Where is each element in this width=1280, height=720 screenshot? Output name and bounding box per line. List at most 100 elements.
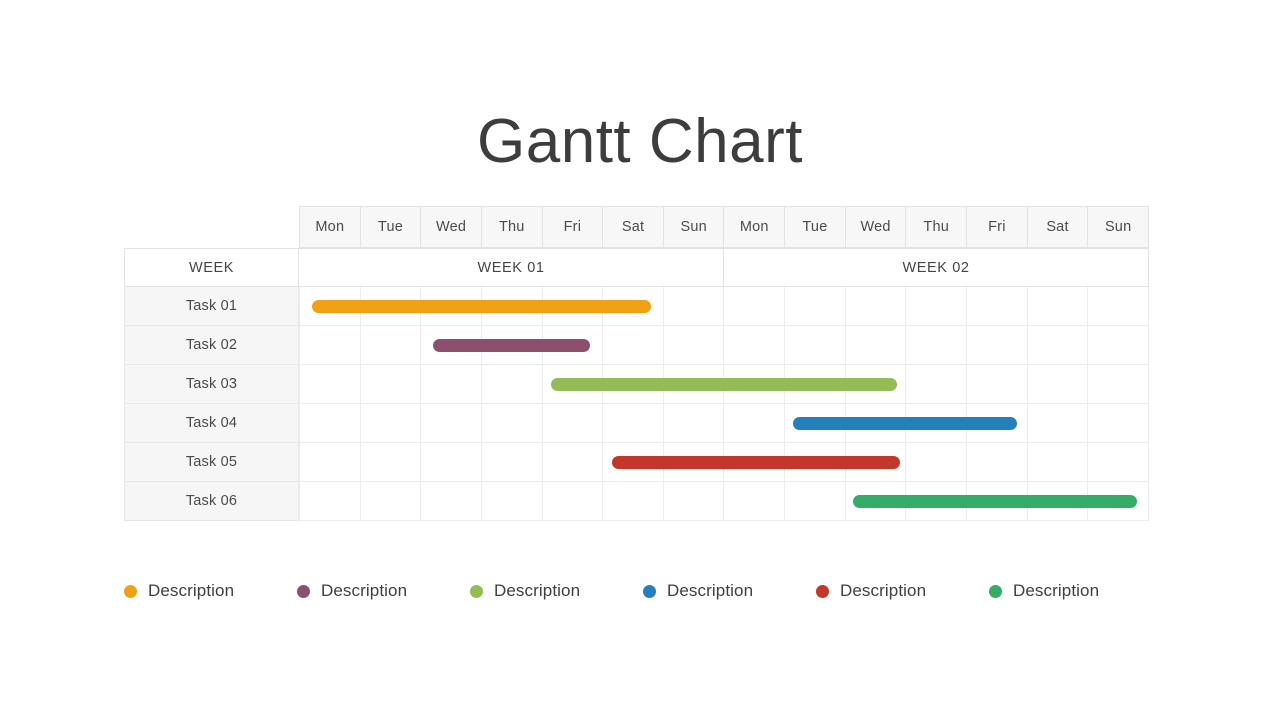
task-day-cell [299, 326, 361, 365]
day-header-cell: Sun [1087, 206, 1149, 248]
task-day-cell [421, 482, 482, 521]
task-day-cell [542, 482, 604, 521]
task-day-cell [542, 404, 604, 443]
legend-item[interactable]: Description [470, 581, 643, 601]
task-day-cell [421, 443, 482, 482]
task-day-cell [663, 326, 725, 365]
task-day-cell [1088, 443, 1149, 482]
task-day-cell [906, 287, 968, 326]
legend-item[interactable]: Description [989, 581, 1162, 601]
header-corner-cell [124, 206, 299, 248]
legend-color-dot-icon [989, 584, 1002, 598]
task-day-cell [967, 326, 1028, 365]
task-day-cell [663, 287, 725, 326]
task-day-cell [845, 443, 907, 482]
day-header-cell: Thu [905, 206, 967, 248]
task-day-cell [785, 404, 846, 443]
task-day-cell [663, 443, 725, 482]
day-header-cell: Mon [723, 206, 785, 248]
task-day-cell [1027, 443, 1089, 482]
legend-label: Description [148, 581, 235, 600]
task-row-cells [299, 287, 1149, 326]
task-day-cell [360, 287, 422, 326]
task-day-cell [481, 404, 543, 443]
legend-item[interactable]: Description [297, 581, 470, 601]
day-header-cell: Sat [602, 206, 663, 248]
task-row-cells [299, 404, 1149, 443]
task-day-cell [603, 365, 664, 404]
week-row-label: WEEK [124, 248, 299, 287]
legend-label: Description [667, 581, 754, 600]
task-day-cell [360, 404, 422, 443]
legend-item[interactable]: Description [816, 581, 989, 601]
task-day-cell [785, 287, 846, 326]
task-label: Task 04 [124, 404, 299, 443]
task-day-cell [421, 365, 482, 404]
task-day-cell [421, 287, 482, 326]
task-day-cell [360, 482, 422, 521]
day-header-cell: Fri [966, 206, 1027, 248]
day-header-cell: Thu [480, 206, 542, 248]
task-day-cell [785, 443, 846, 482]
task-day-cell [542, 287, 604, 326]
table-row: Task 06 [124, 482, 1149, 521]
task-day-cell [906, 443, 968, 482]
task-day-cell [481, 482, 543, 521]
task-day-cell [481, 287, 543, 326]
task-day-cell [481, 326, 543, 365]
task-day-cell [360, 365, 422, 404]
task-day-cell [603, 482, 664, 521]
task-day-cell [1088, 365, 1149, 404]
legend-label: Description [840, 581, 927, 600]
task-day-cell [845, 287, 907, 326]
table-row: Task 03 [124, 365, 1149, 404]
day-header-cell: Fri [541, 206, 603, 248]
day-header-cell: Wed [844, 206, 906, 248]
task-day-cell [542, 365, 604, 404]
task-day-cell [906, 326, 968, 365]
task-day-cell [724, 482, 786, 521]
gantt-chart-slide: Gantt Chart Mon Tue Wed Thu Fri Sat Sun Mon Tue W… [0, 0, 1280, 720]
legend-label: Description [321, 581, 408, 600]
legend-color-dot-icon [124, 584, 137, 598]
task-day-cell [663, 365, 725, 404]
task-day-cell [724, 326, 786, 365]
task-row-cells [299, 326, 1149, 365]
legend-color-dot-icon [816, 584, 829, 598]
day-header-cells: Mon Tue Wed Thu Fri Sat Sun Mon Tue Wed Thu Fri Sat S… [299, 206, 1149, 248]
task-day-cell [1027, 365, 1089, 404]
task-day-cell [299, 287, 361, 326]
task-day-cell [1088, 326, 1149, 365]
task-day-cell [360, 326, 422, 365]
task-day-cell [299, 443, 361, 482]
week-group-cell: WEEK 01 [299, 248, 724, 287]
task-day-cell [724, 443, 786, 482]
legend-color-dot-icon [297, 584, 310, 598]
day-header-cell: Mon [299, 206, 360, 248]
task-day-cell [299, 365, 361, 404]
task-day-cell [724, 404, 786, 443]
task-day-cell [663, 482, 725, 521]
task-day-cell [724, 287, 786, 326]
legend-item[interactable]: Description [124, 581, 297, 601]
task-day-cell [967, 404, 1028, 443]
task-day-cell [1027, 404, 1089, 443]
task-day-cell [845, 404, 907, 443]
day-header-row: Mon Tue Wed Thu Fri Sat Sun Mon Tue Wed Thu Fri Sat S… [124, 206, 1149, 248]
legend-color-dot-icon [643, 584, 656, 598]
task-day-cell [542, 326, 604, 365]
week-row: WEEK WEEK 01 WEEK 02 [124, 248, 1149, 287]
task-row-cells [299, 365, 1149, 404]
task-day-cell [967, 287, 1028, 326]
day-header-cell: Tue [784, 206, 845, 248]
legend-item[interactable]: Description [643, 581, 816, 601]
page-title: Gantt Chart [477, 106, 803, 176]
week-group-cells: WEEK 01 WEEK 02 [299, 248, 1149, 287]
task-day-cell [1088, 482, 1149, 521]
legend-label: Description [1013, 581, 1100, 600]
task-day-cell [1088, 287, 1149, 326]
task-day-cell [906, 404, 968, 443]
task-day-cell [967, 482, 1028, 521]
task-day-cell [785, 326, 846, 365]
table-row: Task 02 [124, 326, 1149, 365]
